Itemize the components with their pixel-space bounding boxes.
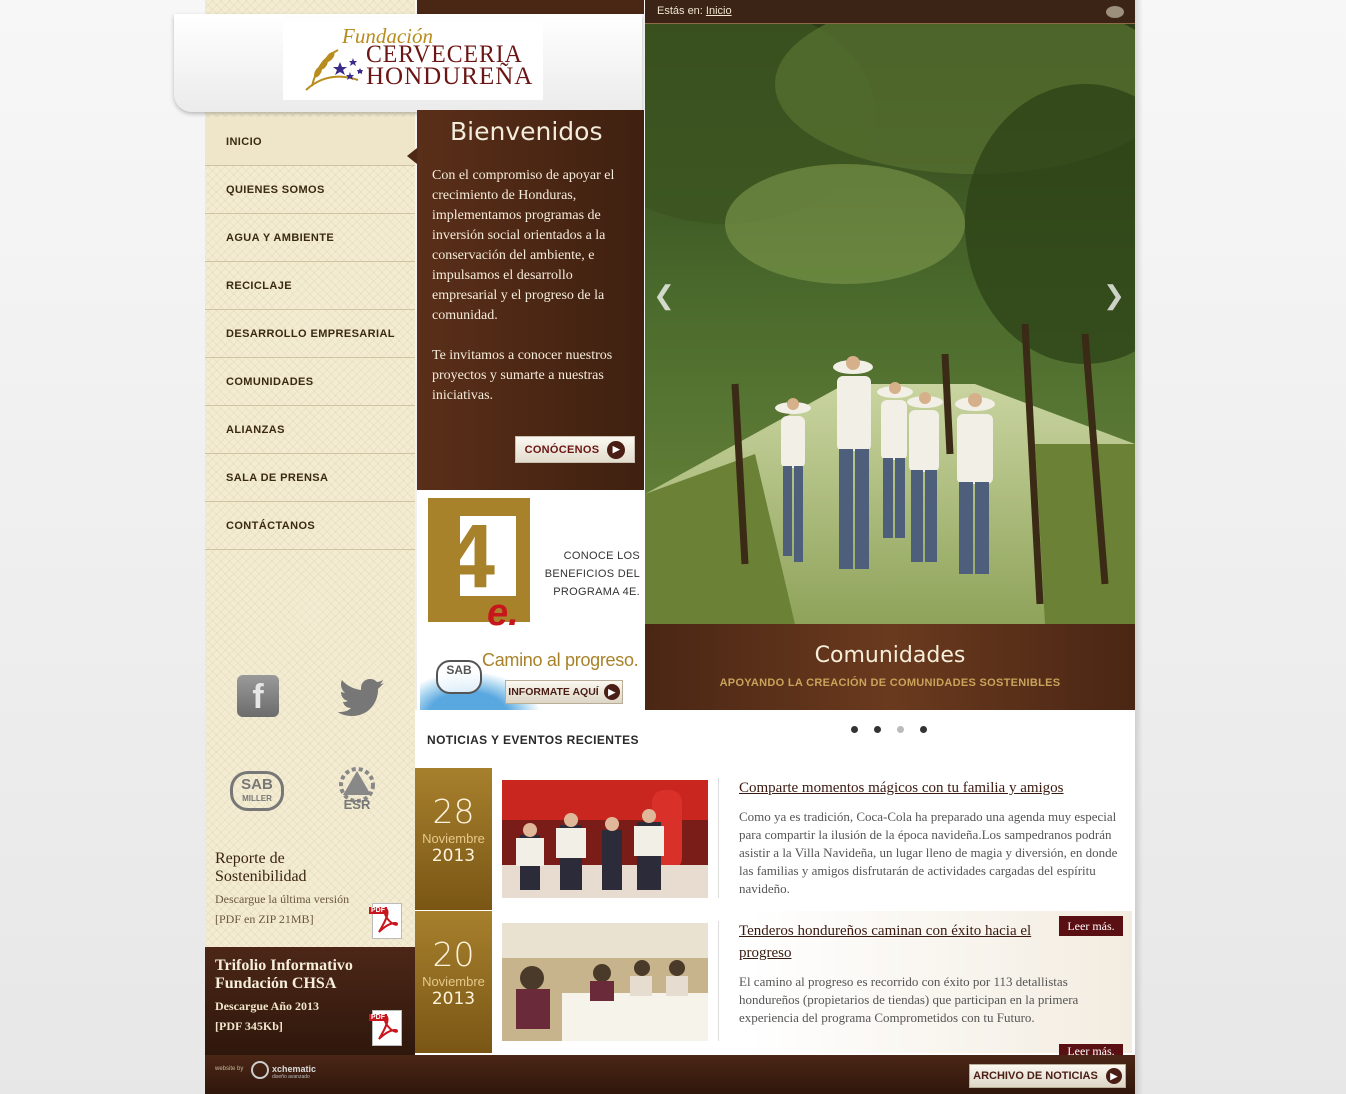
breadcrumb-label: Estás en: — [657, 5, 703, 17]
trifolio-sub1: Descargue Año 2013 — [215, 999, 319, 1013]
news-year: 2013 — [431, 846, 476, 866]
sab-logo-small: SAB — [436, 660, 482, 694]
nav-comunidades[interactable]: COMUNIDADES — [205, 358, 415, 406]
news-day: 28 — [432, 792, 475, 831]
slider-dot-3[interactable] — [897, 726, 904, 733]
slider-dot-4[interactable] — [920, 726, 927, 733]
nav-inicio[interactable]: INICIO — [205, 118, 415, 166]
hero-subtitle: APOYANDO LA CREACIÓN DE COMUNIDADES SOST… — [719, 677, 1061, 689]
welcome-paragraph-1: Con el compromiso de apoyar el crecimien… — [432, 168, 615, 323]
sabmiller-logo[interactable]: SAB MILLER — [230, 771, 284, 811]
xchematic-logo-icon[interactable] — [251, 1061, 269, 1079]
arrow-right-icon: ▶ — [603, 684, 620, 700]
pdf-icon[interactable]: PDF — [369, 1010, 402, 1046]
nav-agua-ambiente[interactable]: AGUA Y AMBIENTE — [205, 214, 415, 262]
pdf-tag: PDF — [369, 1014, 387, 1021]
news-year: 2013 — [431, 989, 476, 1009]
promo-tagline: Camino al progreso. — [482, 650, 639, 670]
read-more-button[interactable]: Leer más. — [1059, 1044, 1123, 1055]
report-title[interactable]: Reporte de Sostenibilidad — [215, 850, 335, 886]
footer-brand-name: xchematic — [272, 1064, 317, 1074]
breadcrumb: Estás en: Inicio — [645, 0, 1135, 24]
trifolio-sub2: [PDF 345Kb] — [215, 1019, 283, 1033]
informate-button[interactable]: INFORMATE AQUÍ ▶ — [505, 680, 623, 704]
nav-reciclaje[interactable]: RECICLAJE — [205, 262, 415, 310]
welcome-paragraph-2: Te invitamos a conocer nuestros proyecto… — [432, 348, 613, 403]
page-shadow — [1135, 0, 1143, 1094]
news-month: Noviembre — [422, 974, 485, 989]
esr-logo-icon[interactable]: ESR — [333, 765, 381, 817]
hero-image — [645, 24, 1135, 624]
archive-label: ARCHIVO DE NOTICIAS — [973, 1070, 1098, 1082]
nav-quienes-somos[interactable]: QUIENES SOMOS — [205, 166, 415, 214]
arrow-right-icon: ▶ — [1105, 1068, 1122, 1084]
news-image[interactable] — [502, 780, 708, 898]
news-month: Noviembre — [422, 831, 485, 846]
news-photo-2 — [502, 923, 708, 1041]
footer-brand-tagline: diseño avanzado — [272, 1074, 310, 1080]
news-image[interactable] — [502, 923, 708, 1041]
footer-brand[interactable]: xchematic diseño avanzado — [272, 1065, 316, 1081]
twitter-icon[interactable] — [338, 677, 386, 717]
news-title[interactable]: Comparte momentos mágicos con tu familia… — [739, 777, 1119, 799]
report-sub1: Descargue la última versión — [215, 892, 350, 906]
news-divider — [718, 921, 719, 1041]
esr-label: ESR — [344, 797, 371, 812]
sabmiller-bottom: MILLER — [242, 794, 272, 803]
hero-title: Comunidades — [814, 643, 966, 668]
pdf-tag: PDF — [369, 907, 387, 914]
logo-line2: HONDUREÑA — [366, 63, 534, 90]
news-date-box: 28 Noviembre 2013 — [415, 768, 492, 910]
news-day: 20 — [432, 935, 475, 974]
hero-next-icon[interactable]: ❯ — [1100, 275, 1128, 317]
welcome-title: Bienvenidos — [450, 117, 603, 146]
comment-icon[interactable] — [1106, 6, 1124, 18]
news-heading: NOTICIAS Y EVENTOS RECIENTES — [427, 733, 639, 747]
news-body: El camino al progreso es recorrido con é… — [739, 974, 1079, 1025]
slider-dot-2[interactable] — [874, 726, 881, 733]
breadcrumb-link[interactable]: Inicio — [706, 5, 732, 17]
slider-dot-1[interactable] — [851, 726, 858, 733]
conocenos-button[interactable]: CONÓCENOS ▶ — [515, 436, 635, 463]
promo-text: CONOCE LOS BENEFICIOS DEL PROGRAMA 4E. — [544, 550, 640, 598]
conocenos-label: CONÓCENOS — [524, 443, 600, 456]
report-sub2: [PDF en ZIP 21MB] — [215, 912, 314, 926]
hero-prev-icon[interactable]: ❮ — [650, 275, 678, 317]
news-body: Como ya es tradición, Coca-Cola ha prepa… — [739, 809, 1118, 896]
header-strip — [417, 0, 644, 14]
trifolio-title[interactable]: Trifolio Informativo Fundación CHSA — [215, 957, 375, 993]
news-date-box: 20 Noviembre 2013 — [415, 911, 492, 1053]
promo-number: 4 — [445, 507, 496, 607]
arrow-right-icon: ▶ — [607, 440, 626, 459]
nav-desarrollo-empresarial[interactable]: DESARROLLO EMPRESARIAL — [205, 310, 415, 358]
nav-alianzas[interactable]: ALIANZAS — [205, 406, 415, 454]
informate-label: INFORMATE AQUÍ — [508, 686, 599, 698]
main-nav: INICIO QUIENES SOMOS AGUA Y AMBIENTE REC… — [205, 118, 415, 550]
footer-website-by: website by — [215, 1066, 244, 1072]
nav-contactanos[interactable]: CONTÁCTANOS — [205, 502, 415, 550]
nav-sala-prensa[interactable]: SALA DE PRENSA — [205, 454, 415, 502]
news-title[interactable]: Tenderos hondureños caminan con éxito ha… — [739, 920, 1079, 964]
hero-slider — [645, 24, 1135, 624]
sabmiller-top: SAB — [241, 776, 273, 793]
news-photo-1 — [502, 780, 708, 898]
pdf-icon[interactable]: PDF — [369, 903, 402, 939]
archive-button[interactable]: ARCHIVO DE NOTICIAS ▶ — [969, 1064, 1126, 1088]
promo-letter: e. — [487, 592, 519, 634]
news-divider — [718, 778, 719, 898]
nav-active-pointer — [407, 148, 417, 164]
facebook-icon[interactable]: f — [237, 675, 279, 717]
